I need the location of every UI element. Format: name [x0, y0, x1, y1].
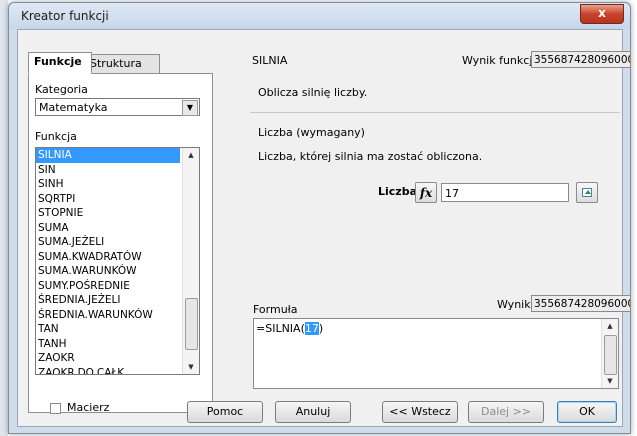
function-list-item[interactable]: SILNIA — [36, 148, 180, 163]
scroll-up-icon[interactable]: ▲ — [183, 148, 199, 162]
function-list-item[interactable]: TAN — [36, 322, 199, 337]
help-button[interactable]: Pomoc — [187, 401, 263, 423]
matrix-checkbox[interactable] — [50, 403, 61, 414]
formula-label: Formuła — [253, 303, 298, 316]
close-button[interactable]: x — [580, 4, 624, 24]
scroll-down-icon[interactable]: ▼ — [602, 374, 618, 388]
function-result-value: 355687428096000 — [531, 51, 631, 68]
scroll-thumb[interactable] — [604, 335, 617, 375]
cancel-button[interactable]: Anuluj — [275, 401, 351, 423]
scroll-up-icon[interactable]: ▲ — [602, 319, 618, 333]
function-list-items: SILNIA SIN SINH SQRTPI STOPNIE SUMA SUMA.JEŻEL… — [36, 148, 199, 375]
function-list-item[interactable]: TANH — [36, 337, 199, 352]
divider — [250, 112, 620, 113]
category-value: Matematyka — [39, 101, 108, 114]
function-result-label: Wynik funkcji — [462, 54, 536, 67]
back-button[interactable]: << Wstecz — [382, 401, 458, 423]
function-list-item[interactable]: SUMA.WARUNKÓW — [36, 264, 199, 279]
function-list-item[interactable]: ZAOKR.DO.CAŁK — [36, 366, 199, 375]
next-button[interactable]: Dalej >> — [468, 401, 544, 423]
function-list-item[interactable]: ŚREDNIA.JEŻELI — [36, 293, 199, 308]
function-list-item[interactable]: SIN — [36, 163, 199, 178]
function-list-item[interactable]: SUMA.JEŻELI — [36, 235, 199, 250]
window-title: Kreator funkcji — [21, 9, 109, 23]
formula-editor[interactable]: =SILNIA(17) ▲ ▼ — [253, 318, 619, 389]
function-list-item[interactable]: ŚREDNIA.WARUNKÓW — [36, 308, 199, 323]
formula-text-before: =SILNIA( — [256, 322, 305, 335]
function-name: SILNIA — [252, 54, 288, 67]
function-list-item[interactable]: SUMY.POŚREDNIE — [36, 279, 199, 294]
function-list-item[interactable]: SUMA.KWADRATÓW — [36, 250, 199, 265]
title-bar[interactable]: Kreator funkcji x — [9, 3, 630, 29]
function-wizard-button[interactable]: fx — [415, 182, 437, 203]
function-list[interactable]: SILNIA SIN SINH SQRTPI STOPNIE SUMA SUMA.JEŻEL… — [35, 147, 200, 375]
shrink-icon — [582, 188, 592, 197]
function-list-scrollbar[interactable]: ▲ ▼ — [182, 148, 199, 374]
function-list-item[interactable]: SQRTPI — [36, 192, 199, 207]
function-wizard-dialog: Kreator funkcji x Funkcje Struktura Kate… — [8, 2, 631, 434]
function-list-item[interactable]: ZAOKR — [36, 351, 199, 366]
matrix-label: Macierz — [67, 401, 110, 414]
category-label: Kategoria — [35, 83, 88, 96]
shrink-button[interactable] — [576, 182, 598, 203]
scroll-thumb[interactable] — [185, 298, 198, 350]
close-icon: x — [598, 6, 606, 20]
formula-result-label: Wynik — [497, 298, 531, 311]
argument-description: Liczba, której silnia ma zostać obliczon… — [258, 150, 483, 163]
function-description: Oblicza silnię liczby. — [258, 86, 368, 99]
scroll-down-icon[interactable]: ▼ — [183, 360, 199, 374]
function-list-item[interactable]: STOPNIE — [36, 206, 199, 221]
formula-result-value: 355687428096000 — [531, 295, 631, 312]
formula-text: =SILNIA(17) — [256, 322, 323, 335]
formula-scrollbar[interactable]: ▲ ▼ — [601, 319, 618, 388]
tab-functions[interactable]: Funkcje — [28, 52, 92, 74]
category-select[interactable]: Matematyka ▼ — [35, 98, 200, 116]
argument-label: Liczba — [378, 185, 417, 198]
argument-title: Liczba (wymagany) — [258, 126, 365, 139]
tab-structure[interactable]: Struktura — [84, 54, 160, 74]
fx-icon: fx — [419, 186, 433, 200]
argument-input[interactable]: 17 — [441, 183, 569, 202]
formula-selected-argument: 17 — [304, 322, 319, 335]
chevron-down-icon[interactable]: ▼ — [182, 100, 198, 116]
formula-text-after: ) — [318, 322, 324, 335]
ok-button[interactable]: OK — [557, 401, 617, 423]
function-list-label: Funkcja — [35, 130, 77, 143]
background-edge — [0, 0, 8, 436]
function-list-item[interactable]: SUMA — [36, 221, 199, 236]
dialog-client-area: Funkcje Struktura Kategoria Matematyka ▼… — [17, 29, 631, 427]
function-list-item[interactable]: SINH — [36, 177, 199, 192]
